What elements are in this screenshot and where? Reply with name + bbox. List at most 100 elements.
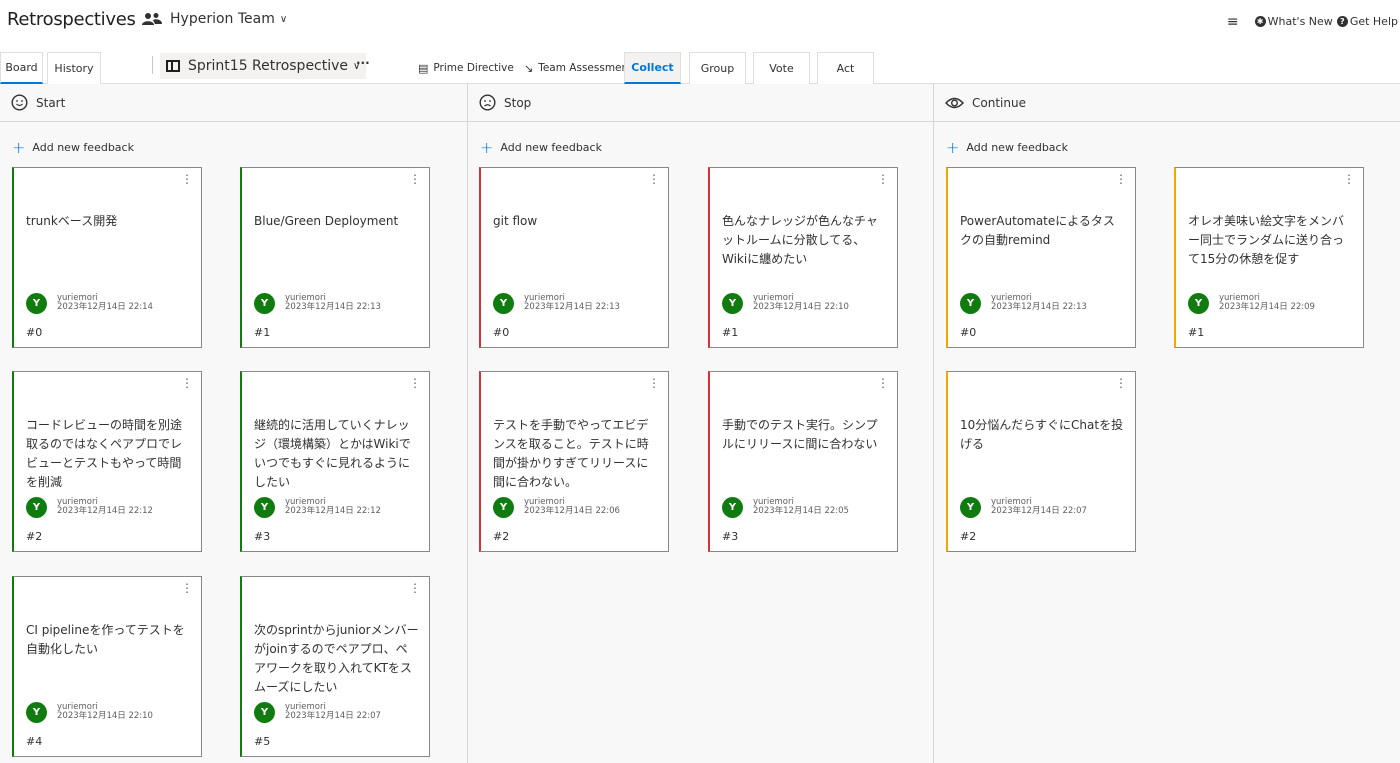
team-selector[interactable]: Hyperion Team ∨ — [142, 11, 287, 27]
card-author: yuriemori 2023年12月14日 22:09 — [1219, 294, 1315, 312]
more-options-icon[interactable]: ⋮ — [877, 173, 889, 185]
card-timestamp: 2023年12月14日 22:12 — [285, 506, 381, 516]
feedback-card[interactable]: ⋮ trunkベース開発 Yyuriemori 2023年12月14日 22:14 #0 — [12, 167, 202, 348]
add-feedback-label: Add new feedback — [32, 141, 134, 154]
column-title: Continue — [972, 95, 1026, 110]
document-icon: ▤ — [418, 61, 429, 75]
tab-group[interactable]: Group — [689, 52, 746, 84]
card-timestamp: 2023年12月14日 22:14 — [57, 302, 153, 312]
feedback-text[interactable]: trunkベース開発 — [26, 212, 191, 231]
plus-icon: + — [12, 138, 26, 157]
more-options-icon[interactable]: ⋮ — [409, 173, 421, 185]
more-options-icon[interactable]: ⋮ — [1115, 377, 1127, 389]
feedback-text[interactable]: PowerAutomateによるタスクの自動remind — [960, 212, 1125, 250]
get-help-link[interactable]: ? Get Help — [1336, 15, 1398, 28]
feedback-text[interactable]: 色んなナレッジが色んなチャットルームに分散してる、Wikiに纏めたい — [722, 212, 887, 269]
card-author: yuriemori 2023年12月14日 22:07 — [285, 703, 381, 721]
more-options-icon[interactable]: ⋮ — [648, 173, 660, 185]
add-feedback-button[interactable]: + Add new feedback — [480, 138, 602, 157]
avatar: Y — [960, 497, 981, 518]
add-feedback-button[interactable]: + Add new feedback — [12, 138, 134, 157]
card-number: #1 — [722, 326, 739, 339]
feedback-card[interactable]: ⋮ 手動でのテスト実行。シンプルにリリースに間に合わない Yyuriemori 202… — [708, 371, 898, 552]
card-number: #3 — [254, 530, 271, 543]
plus-icon: + — [946, 138, 960, 157]
column-title: Start — [36, 95, 66, 110]
feedback-card[interactable]: ⋮ git flow Yyuriemori 2023年12月14日 22:13 #0 — [479, 167, 669, 348]
feedback-text[interactable]: 手動でのテスト実行。シンプルにリリースに間に合わない — [722, 416, 887, 454]
tab-board[interactable]: Board — [0, 52, 43, 84]
feedback-card[interactable]: ⋮ PowerAutomateによるタスクの自動remind Yyuriemori 2… — [946, 167, 1136, 348]
feedback-card[interactable]: ⋮ 継続的に活用していくナレッジ（環境構築）とかはWikiでいつでもすぐに見れるよ… — [240, 371, 430, 552]
avatar: Y — [254, 293, 275, 314]
card-timestamp: 2023年12月14日 22:13 — [991, 302, 1087, 312]
avatar: Y — [26, 702, 47, 723]
avatar: Y — [26, 293, 47, 314]
feedback-text[interactable]: CI pipelineを作ってテストを自動化したい — [26, 621, 191, 659]
hamburger-icon[interactable]: ≡ — [1227, 15, 1239, 29]
tab-separator — [152, 56, 153, 74]
add-feedback-button[interactable]: + Add new feedback — [946, 138, 1068, 157]
avatar: Y — [26, 497, 47, 518]
column-divider — [467, 84, 468, 763]
more-options-icon[interactable]: ⋮ — [1115, 173, 1127, 185]
column-title: Stop — [504, 95, 532, 110]
tab-collect[interactable]: Collect — [624, 52, 681, 84]
frown-icon — [479, 94, 496, 111]
feedback-card[interactable]: ⋮ Blue/Green Deployment Yyuriemori 2023年12月… — [240, 167, 430, 348]
people-icon — [142, 13, 162, 25]
feedback-card[interactable]: ⋮ 10分悩んだらすぐにChatを投げる Yyuriemori 2023年12月14日… — [946, 371, 1136, 552]
feedback-text[interactable]: テストを手動でやってエビデンスを取ること。テストに時間が掛かりすぎてリリースに間… — [493, 416, 658, 492]
avatar: Y — [493, 497, 514, 518]
card-timestamp: 2023年12月14日 22:12 — [57, 506, 153, 516]
card-timestamp: 2023年12月14日 22:07 — [285, 711, 381, 721]
card-author: yuriemori 2023年12月14日 22:13 — [991, 294, 1087, 312]
feedback-text[interactable]: コードレビューの時間を別途取るのではなくペアプロでレビューとテストもやって時間を… — [26, 416, 191, 492]
card-number: #4 — [26, 735, 43, 748]
whats-new-link[interactable]: ✱ What's New — [1254, 15, 1333, 28]
card-timestamp: 2023年12月14日 22:13 — [285, 302, 381, 312]
sprint-selector[interactable]: Sprint15 Retrospective ∨ — [160, 53, 367, 79]
more-options-icon[interactable]: ⋮ — [409, 582, 421, 594]
card-timestamp: 2023年12月14日 22:07 — [991, 506, 1087, 516]
more-options-icon[interactable]: ⋮ — [409, 377, 421, 389]
feedback-card[interactable]: ⋮ テストを手動でやってエビデンスを取ること。テストに時間が掛かりすぎてリリースに… — [479, 371, 669, 552]
feedback-card[interactable]: ⋮ 色んなナレッジが色んなチャットルームに分散してる、Wikiに纏めたい Yyuri… — [708, 167, 898, 348]
feedback-card[interactable]: ⋮ 次のsprintからjuniorメンバーがjoinするのでペアプロ、ペアワーク… — [240, 576, 430, 757]
more-options-icon[interactable]: ⋮ — [181, 582, 193, 594]
feedback-card[interactable]: ⋮ CI pipelineを作ってテストを自動化したい Yyuriemori 2023… — [12, 576, 202, 757]
top-bar: Retrospectives Hyperion Team ∨ ≡ ✱ What'… — [0, 0, 1400, 42]
add-feedback-label: Add new feedback — [966, 141, 1068, 154]
card-timestamp: 2023年12月14日 22:05 — [753, 506, 849, 516]
card-author: yuriemori 2023年12月14日 22:12 — [57, 498, 153, 516]
feedback-text[interactable]: 10分悩んだらすぐにChatを投げる — [960, 416, 1125, 454]
tab-act[interactable]: Act — [817, 52, 874, 84]
feedback-card[interactable]: ⋮ コードレビューの時間を別途取るのではなくペアプロでレビューとテストもやって時間… — [12, 371, 202, 552]
feedback-text[interactable]: 次のsprintからjuniorメンバーがjoinするのでペアプロ、ペアワークを… — [254, 621, 419, 697]
more-options-icon[interactable]: ⋮ — [877, 377, 889, 389]
more-options-icon[interactable]: ⋮ — [181, 173, 193, 185]
prime-directive-button[interactable]: ▤ Prime Directive — [418, 52, 514, 84]
smile-icon — [11, 94, 28, 111]
feedback-text[interactable]: オレオ美味い絵文字をメンバー同士でランダムに送り合って15分の休憩を促す — [1188, 212, 1353, 269]
tab-history[interactable]: History — [47, 52, 101, 84]
feedback-text[interactable]: git flow — [493, 212, 658, 231]
header-links: ≡ ✱ What's New ? Get Help — [1227, 15, 1398, 29]
get-help-label: Get Help — [1349, 15, 1398, 28]
more-options-icon[interactable]: ⋮ — [181, 377, 193, 389]
team-name: Hyperion Team — [170, 11, 275, 27]
card-author: yuriemori 2023年12月14日 22:05 — [753, 498, 849, 516]
card-author: yuriemori 2023年12月14日 22:14 — [57, 294, 153, 312]
tab-vote[interactable]: Vote — [753, 52, 810, 84]
more-options-button[interactable]: ··· — [356, 56, 370, 70]
feedback-text[interactable]: Blue/Green Deployment — [254, 212, 419, 231]
team-assessment-button[interactable]: ↘ Team Assessment — [524, 52, 632, 84]
avatar: Y — [1188, 293, 1209, 314]
prime-directive-label: Prime Directive — [433, 62, 514, 74]
more-options-icon[interactable]: ⋮ — [648, 377, 660, 389]
feedback-card[interactable]: ⋮ オレオ美味い絵文字をメンバー同士でランダムに送り合って15分の休憩を促す Yyu… — [1174, 167, 1364, 348]
card-number: #0 — [493, 326, 510, 339]
card-number: #2 — [960, 530, 977, 543]
feedback-text[interactable]: 継続的に活用していくナレッジ（環境構築）とかはWikiでいつでもすぐに見れるよう… — [254, 416, 419, 492]
more-options-icon[interactable]: ⋮ — [1343, 173, 1355, 185]
